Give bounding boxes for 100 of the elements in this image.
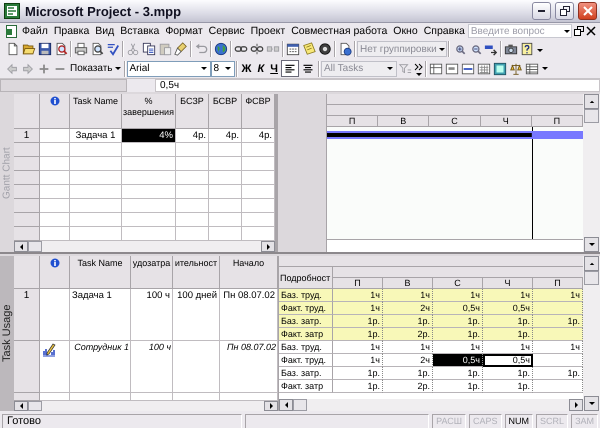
grid-icon[interactable]	[476, 62, 491, 76]
scroll-down-button[interactable]	[584, 237, 599, 252]
timephased-cell[interactable]: 1р.	[483, 367, 533, 380]
globe-icon[interactable]	[214, 42, 228, 56]
column-header[interactable]: БСЗР	[176, 94, 209, 129]
column-header[interactable]: Начало	[220, 256, 278, 289]
row-header[interactable]	[14, 199, 40, 213]
timephased-cell[interactable]: 1р.	[483, 328, 533, 341]
row-header[interactable]	[14, 171, 40, 185]
scales-icon[interactable]	[508, 62, 523, 76]
timephased-cell[interactable]: 0,5ч	[483, 302, 533, 315]
table-cell[interactable]	[131, 393, 173, 401]
toolbar-options-icon[interactable]	[414, 60, 423, 76]
table-cell[interactable]	[40, 227, 70, 241]
camera-icon[interactable]	[504, 42, 518, 56]
table-cell[interactable]	[176, 227, 209, 241]
print-preview-icon[interactable]	[90, 42, 104, 56]
copy-icon[interactable]	[142, 42, 156, 56]
table-cell[interactable]	[122, 213, 176, 227]
table-cell[interactable]	[176, 143, 209, 157]
menu-item[interactable]: Справка	[420, 25, 468, 37]
column-header[interactable]	[40, 94, 70, 129]
timephased-cell[interactable]: 2ч	[383, 302, 433, 315]
table-cell[interactable]	[242, 185, 275, 199]
timephased-cell[interactable]: 1ч	[433, 341, 483, 354]
menu-item[interactable]: Вид	[92, 25, 118, 37]
table-cell[interactable]: 100 дней	[173, 289, 220, 341]
row-header[interactable]	[14, 213, 40, 227]
scroll-up-button[interactable]	[584, 94, 599, 109]
panel-icon[interactable]	[492, 62, 507, 76]
table-cell[interactable]	[70, 393, 131, 401]
timephased-cell[interactable]: 1р.	[433, 328, 483, 341]
timephased-cell[interactable]: 0,5ч	[433, 302, 483, 315]
printer-icon[interactable]	[74, 42, 88, 56]
table-cell[interactable]	[40, 157, 70, 171]
show-button[interactable]: Показать	[68, 60, 123, 76]
table-cell[interactable]	[209, 227, 242, 241]
timephased-cell[interactable]: 1р.	[483, 380, 533, 393]
timephased-cell[interactable]: 0,5ч	[433, 354, 483, 367]
calendar-icon[interactable]	[286, 42, 300, 56]
menu-item[interactable]: Совместная работа	[288, 25, 390, 37]
table-cell[interactable]	[242, 157, 275, 171]
timephased-cell[interactable]: 1ч	[383, 289, 433, 302]
menu-item[interactable]: Сервис	[206, 25, 248, 37]
timephased-cell[interactable]: 1р.	[433, 367, 483, 380]
column-header[interactable]	[40, 256, 70, 289]
scroll-right-button[interactable]	[264, 401, 278, 411]
spelling-check-icon[interactable]	[106, 42, 120, 56]
table-cell[interactable]	[176, 199, 209, 213]
row-number[interactable]: 1	[14, 289, 40, 341]
timephased-cell[interactable]: 1р.	[333, 380, 383, 393]
table-cell[interactable]	[40, 289, 70, 341]
table-cell[interactable]	[122, 227, 176, 241]
table-cell[interactable]	[173, 393, 220, 401]
scroll-left-button[interactable]	[279, 399, 293, 411]
table-cell[interactable]	[173, 341, 220, 393]
bar-icon[interactable]	[444, 62, 459, 76]
close-icon[interactable]	[586, 26, 596, 36]
scroll-left-button[interactable]	[14, 401, 28, 411]
new-document-icon[interactable]	[6, 42, 20, 56]
table-cell[interactable]	[209, 213, 242, 227]
column-header[interactable]: Task Name	[70, 94, 122, 129]
table-cell[interactable]	[242, 227, 275, 241]
restore-icon[interactable]	[574, 26, 584, 36]
table-cell[interactable]	[176, 213, 209, 227]
restore-button[interactable]	[555, 2, 574, 20]
column-header[interactable]: % завершения	[122, 94, 176, 129]
table-cell[interactable]	[209, 143, 242, 157]
table-cell[interactable]	[122, 185, 176, 199]
menu-item[interactable]: Вставка	[117, 25, 162, 37]
table-cell[interactable]	[209, 185, 242, 199]
table-icon[interactable]	[428, 62, 443, 76]
table-cell[interactable]: 4р.	[209, 129, 242, 143]
table-cell[interactable]	[40, 199, 70, 213]
table-cell[interactable]: 100 ч	[131, 289, 173, 341]
scrollbar-thumb[interactable]	[584, 109, 599, 123]
column-header[interactable]: удозатра	[131, 256, 173, 289]
table-cell[interactable]	[122, 143, 176, 157]
toolbar-options-icon[interactable]	[536, 46, 544, 52]
scrollbar-thumb[interactable]	[584, 271, 599, 285]
scrollbar-thumb[interactable]	[293, 399, 307, 411]
table-cell[interactable]	[176, 185, 209, 199]
column-header[interactable]: Подробност	[279, 267, 333, 289]
timephased-cell[interactable]: 1р.	[533, 367, 583, 380]
table-cell[interactable]	[40, 341, 70, 393]
menu-item[interactable]: Файл	[19, 25, 51, 37]
menu-item[interactable]: Правка	[50, 25, 92, 37]
menu-item[interactable]: Проект	[248, 25, 288, 37]
note-icon[interactable]	[302, 42, 316, 56]
table-cell[interactable]: 4%	[122, 129, 176, 143]
timephased-cell[interactable]: 1р.	[383, 315, 433, 328]
timephased-cell[interactable]: 1р.	[433, 380, 483, 393]
timephased-cell[interactable]: 1ч	[483, 341, 533, 354]
spreadsheet-icon[interactable]	[524, 62, 539, 76]
timephased-cell[interactable]: 2р.	[383, 380, 433, 393]
timephased-cell[interactable]: 0,5ч	[483, 354, 533, 367]
timephased-cell[interactable]: 1ч	[433, 289, 483, 302]
scrollbar-thumb[interactable]	[28, 401, 42, 411]
table-cell[interactable]: 4р.	[242, 129, 275, 143]
help-icon[interactable]	[520, 42, 534, 56]
